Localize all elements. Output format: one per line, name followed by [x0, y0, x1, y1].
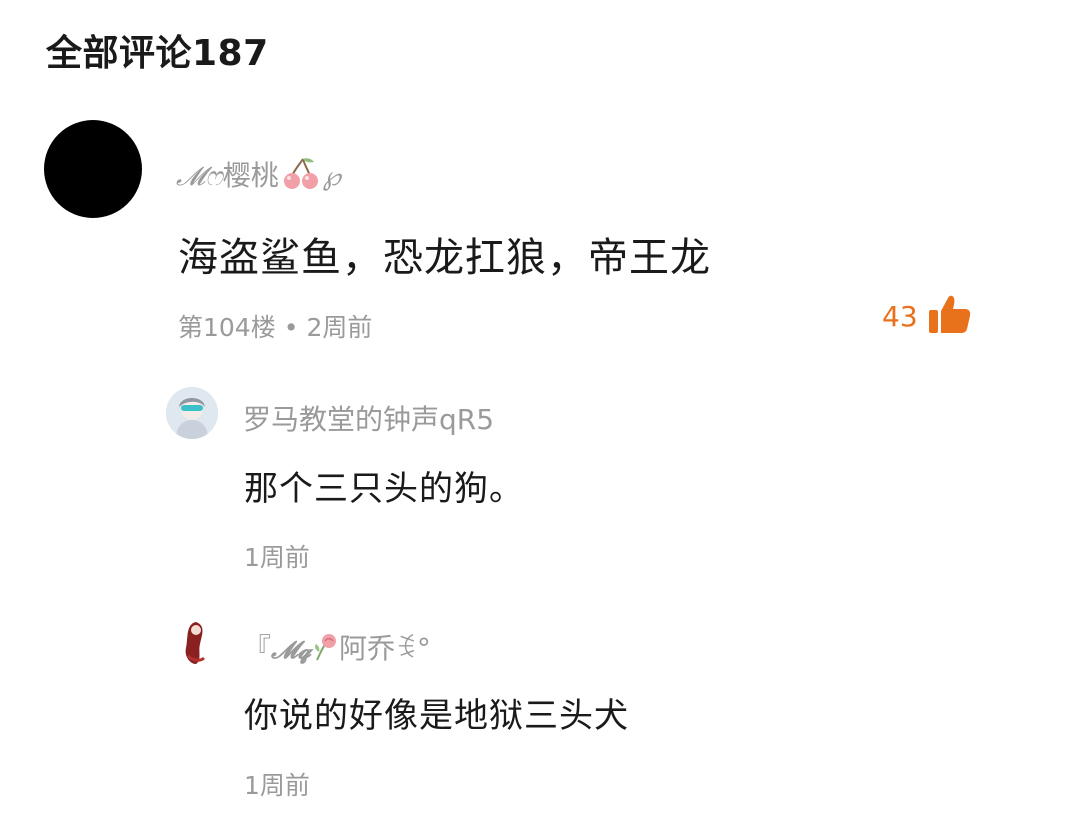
reply-text: 你说的好像是地狱三头犬 [244, 696, 629, 736]
thumbs-up-icon [928, 294, 972, 338]
username-prefix: 『 [243, 632, 272, 665]
avatar[interactable] [44, 120, 142, 218]
floor-number: 第104楼 [178, 313, 276, 342]
reply-username[interactable]: 罗马教堂的钟声qR5 [243, 398, 494, 438]
like-count: 43 [882, 299, 918, 333]
username-name: 樱桃 [222, 159, 279, 192]
reply-time: 1周前 [244, 543, 310, 572]
reply-time: 1周前 [244, 771, 310, 800]
like-button[interactable]: 43 [882, 294, 972, 338]
avatar[interactable] [166, 387, 218, 439]
comment-text: 海盗鲨鱼，恐龙扛狼，帝王龙 [178, 235, 711, 281]
username-name: 阿乔 [338, 632, 395, 665]
reply-username[interactable]: 『𝓜𝓺 阿乔ꉂ° [243, 627, 431, 669]
comments-page: 全部评论187 𝓜ෆ樱桃 ℘ 海盗鲨鱼，恐龙扛狼，帝王龙 第104楼 • 2周前 4… [0, 0, 1080, 824]
comments-header-title: 全部评论187 [46, 33, 269, 74]
comment-time: 2周前 [306, 313, 373, 342]
comment-username[interactable]: 𝓜ෆ樱桃 ℘ [176, 154, 341, 196]
username-prefix: 𝓜ෆ [176, 162, 223, 192]
meta-separator: • [283, 313, 299, 342]
username-deco: 𝓜𝓺 [271, 635, 311, 664]
reply-text: 那个三只头的狗。 [244, 469, 524, 509]
rose-icon [311, 632, 339, 669]
username-suffix: ꉂ° [395, 632, 431, 665]
cherry-icon [281, 157, 321, 196]
username-suffix: ℘ [322, 162, 341, 192]
comment-meta: 第104楼 • 2周前 [178, 308, 372, 344]
avatar[interactable] [166, 616, 218, 668]
